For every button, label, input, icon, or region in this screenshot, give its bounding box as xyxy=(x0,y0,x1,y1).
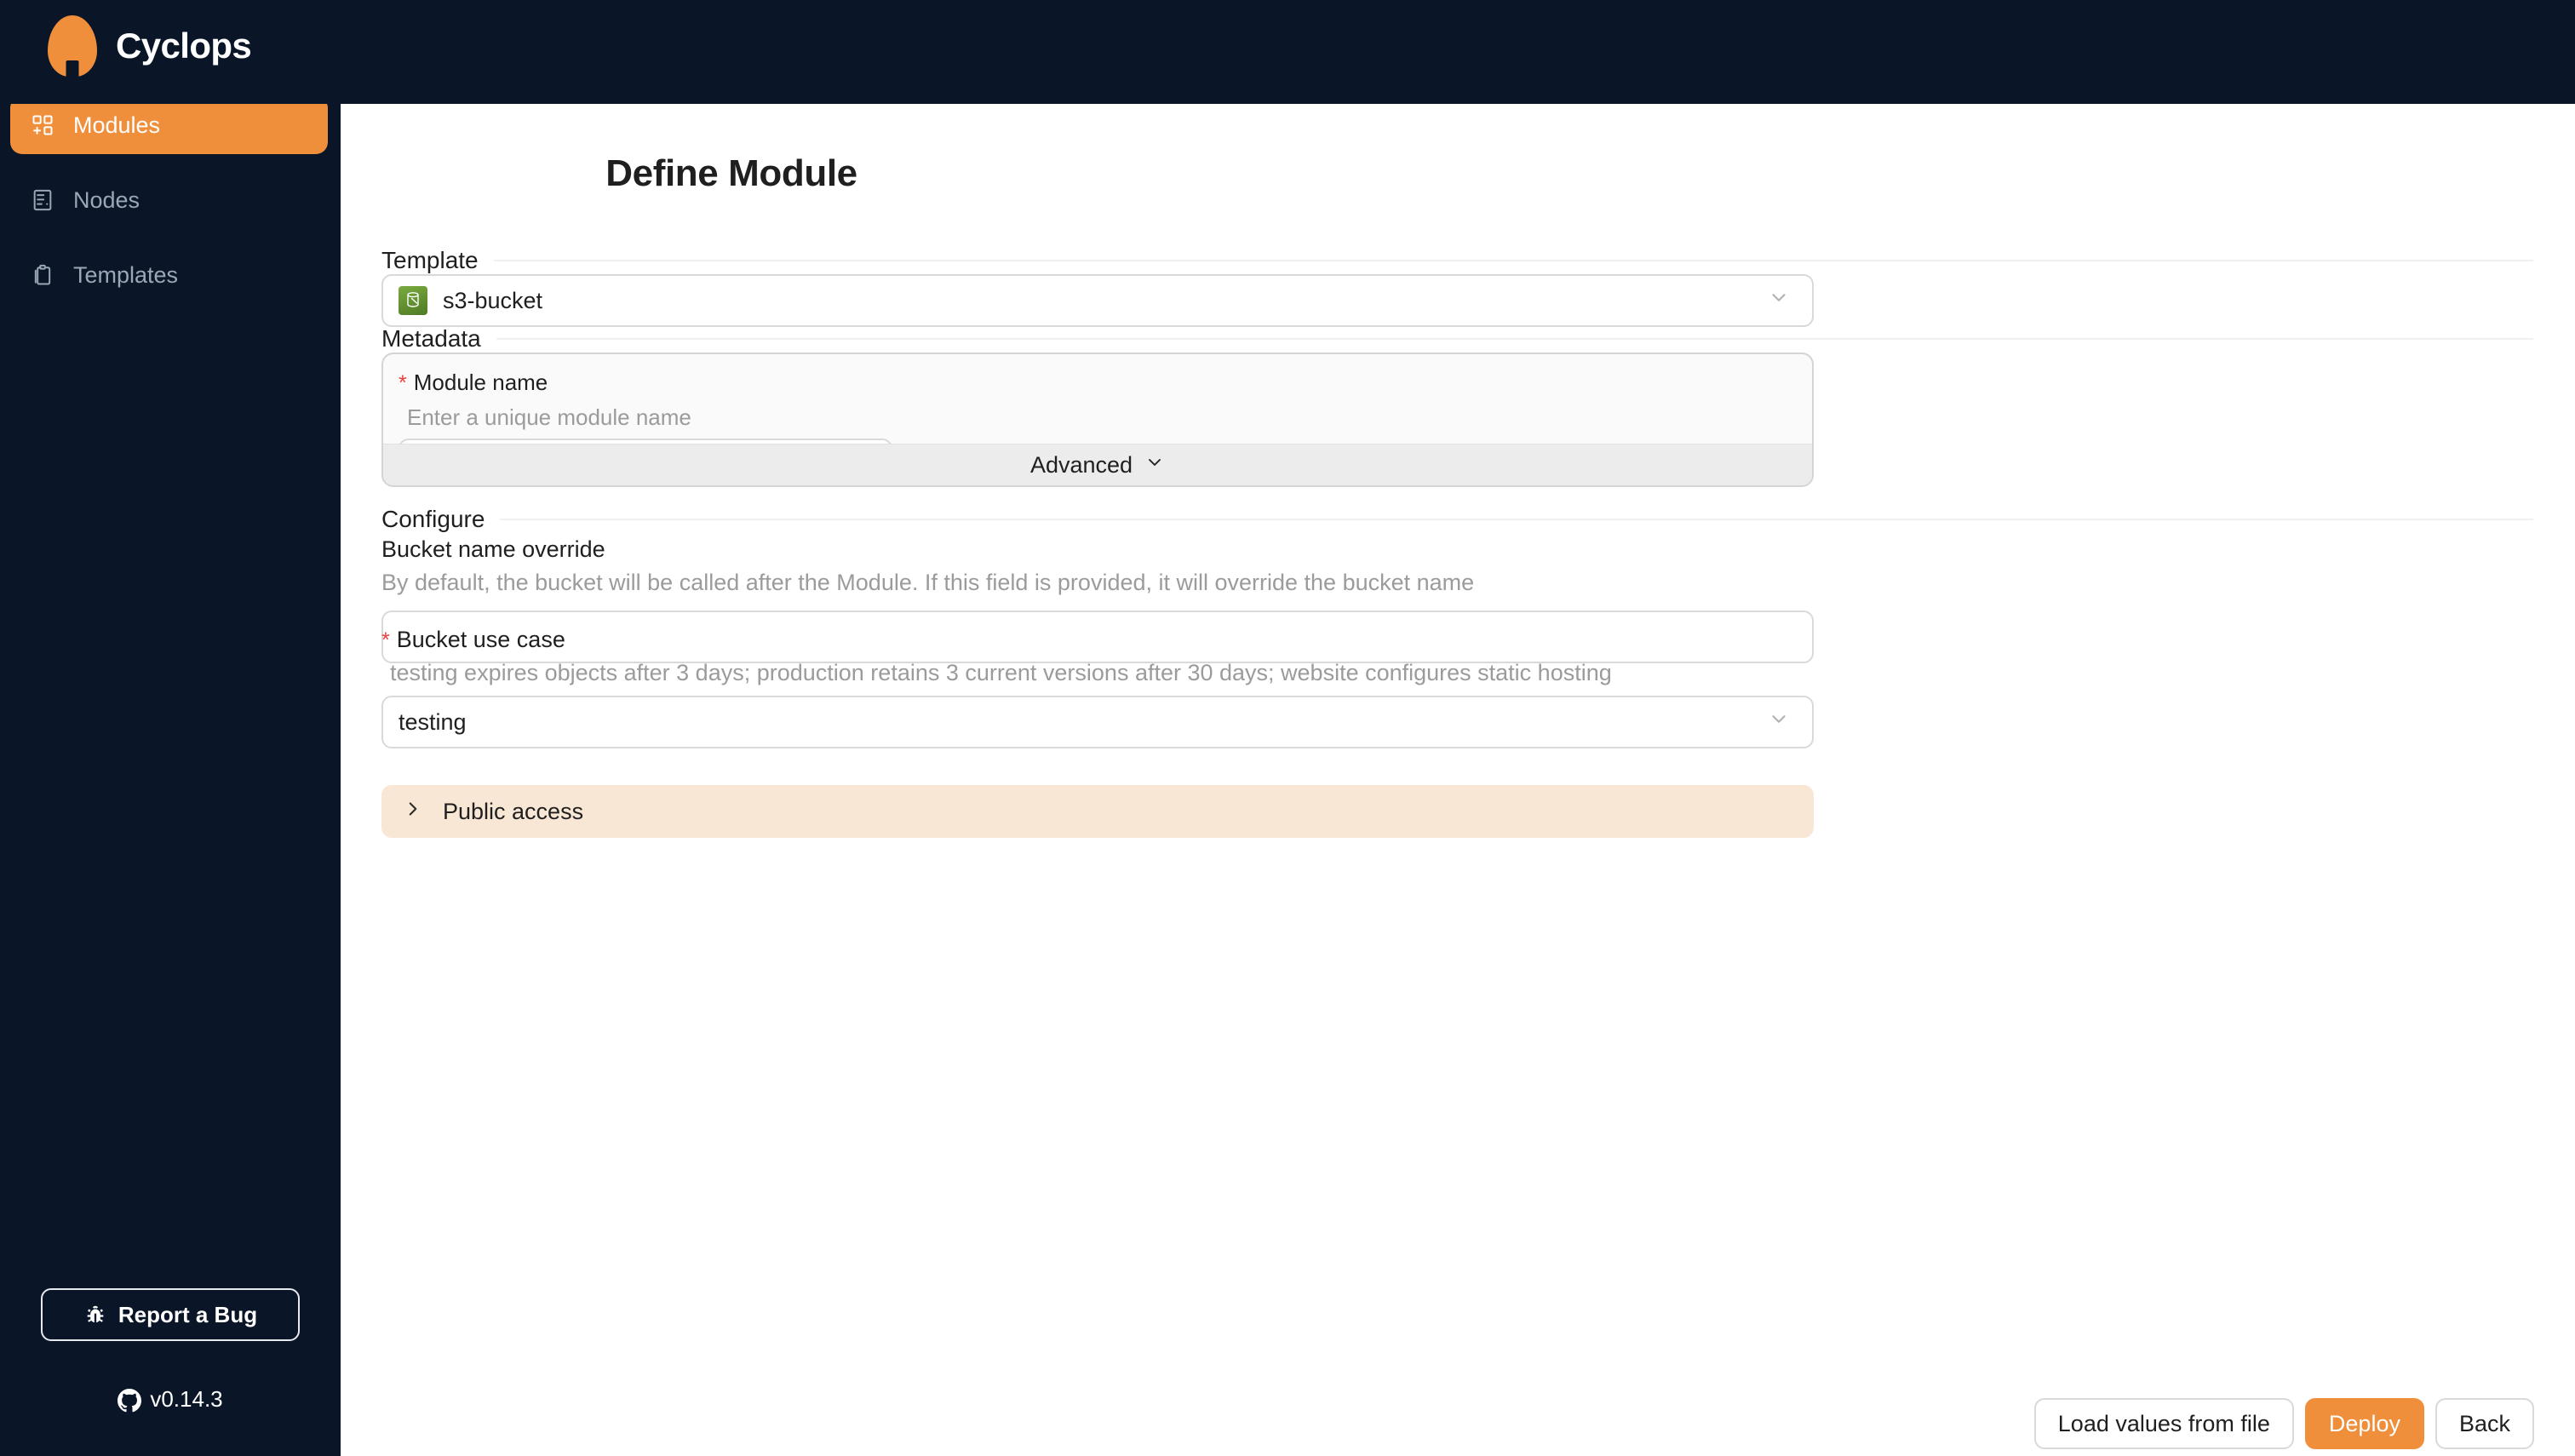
bucket-use-case-label: * Bucket use case xyxy=(381,627,565,653)
s3-bucket-icon xyxy=(399,286,427,315)
public-access-label: Public access xyxy=(443,798,584,824)
sidebar-item-templates[interactable]: Templates xyxy=(10,246,328,304)
brand[interactable]: Cyclops xyxy=(48,15,252,77)
section-divider xyxy=(496,338,2533,340)
main-content: Define Module Template s3-bucket Metadat… xyxy=(341,104,2575,1456)
module-name-description: Enter a unique module name xyxy=(407,404,691,430)
bucket-use-case-label-text: Bucket use case xyxy=(396,627,565,652)
report-a-bug-button[interactable]: Report a Bug xyxy=(41,1288,300,1341)
module-name-label-text: Module name xyxy=(413,370,548,395)
version-label: v0.14.3 xyxy=(150,1386,223,1412)
section-divider xyxy=(493,260,2533,261)
public-access-collapse[interactable]: Public access xyxy=(381,785,1814,838)
deploy-button[interactable]: Deploy xyxy=(2304,1398,2424,1449)
template-select[interactable]: s3-bucket xyxy=(381,274,1814,327)
top-bar: Cyclops xyxy=(0,0,2575,104)
advanced-label: Advanced xyxy=(1029,451,1133,478)
page-title: Define Module xyxy=(605,152,857,194)
advanced-toggle[interactable]: Advanced xyxy=(383,444,1812,485)
metadata-card-body: * Module name Enter a unique module name… xyxy=(383,354,1812,485)
report-a-bug-label: Report a Bug xyxy=(118,1301,258,1327)
required-marker: * xyxy=(381,628,390,652)
back-button[interactable]: Back xyxy=(2434,1398,2534,1449)
load-values-from-file-button[interactable]: Load values from file xyxy=(2033,1398,2294,1449)
clipboard-icon xyxy=(31,263,54,287)
section-metadata: Metadata xyxy=(381,325,2533,353)
action-buttons: Load values from file Deploy Back xyxy=(2033,1398,2534,1449)
template-select-value: s3-bucket xyxy=(443,287,543,313)
bucket-name-override-input[interactable] xyxy=(381,610,1814,663)
module-name-label: * Module name xyxy=(399,370,548,396)
metadata-card: * Module name Enter a unique module name… xyxy=(381,353,1814,487)
bucket-name-override-label-text: Bucket name override xyxy=(381,536,605,562)
sidebar-item-label: Templates xyxy=(73,261,179,288)
bucket-use-case-description: testing expires objects after 3 days; pr… xyxy=(390,660,1612,685)
sidebar: Modules Nodes Templates Report a Bug v0.… xyxy=(0,0,341,1456)
chevron-down-icon xyxy=(1768,287,1790,315)
section-title: Configure xyxy=(381,506,485,532)
github-icon xyxy=(118,1388,142,1412)
version-link[interactable]: v0.14.3 xyxy=(0,1386,341,1413)
sidebar-item-nodes[interactable]: Nodes xyxy=(10,171,328,229)
bucket-name-override-label: Bucket name override xyxy=(381,536,605,563)
required-marker: * xyxy=(399,371,407,395)
section-divider xyxy=(500,519,2533,520)
sidebar-item-modules[interactable]: Modules xyxy=(10,96,328,154)
sidebar-nav: Modules Nodes Templates xyxy=(0,96,341,321)
section-title: Metadata xyxy=(381,325,481,352)
sidebar-item-label: Nodes xyxy=(73,186,141,213)
sidebar-item-label: Modules xyxy=(73,112,161,138)
chevron-down-icon xyxy=(1768,708,1790,737)
chevron-right-icon xyxy=(402,798,424,826)
server-icon xyxy=(31,188,54,212)
modules-icon xyxy=(31,113,54,137)
bucket-use-case-select[interactable]: testing xyxy=(381,696,1814,748)
bug-icon xyxy=(83,1304,106,1327)
bucket-use-case-value: testing xyxy=(399,708,467,735)
cyclops-logo-icon xyxy=(48,15,97,77)
bucket-name-override-description: By default, the bucket will be called af… xyxy=(381,570,1475,595)
section-title: Template xyxy=(381,247,479,273)
chevron-down-icon xyxy=(1144,452,1165,479)
section-configure: Configure xyxy=(381,506,2533,533)
section-template: Template xyxy=(381,247,2533,274)
brand-name: Cyclops xyxy=(116,26,252,66)
